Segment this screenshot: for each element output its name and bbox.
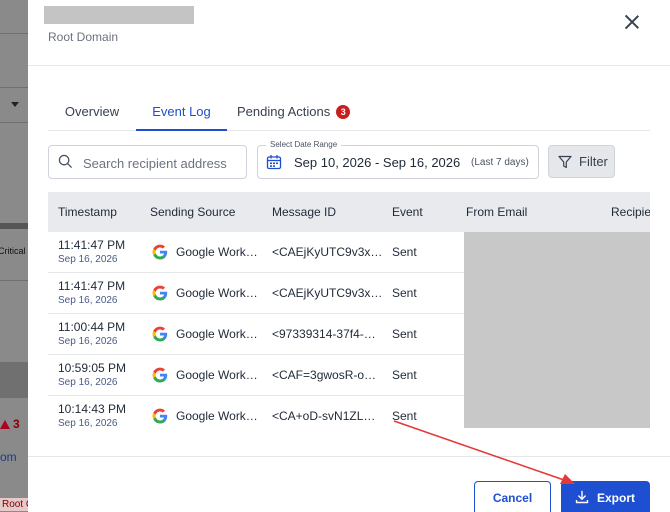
warning-icon	[0, 420, 10, 429]
background-alert: 3	[0, 417, 20, 431]
redacted-title	[44, 6, 194, 24]
row-source: Google Work…	[176, 409, 258, 423]
background-critical-label: Critical	[0, 246, 26, 256]
row-date: Sep 16, 2026	[58, 418, 118, 429]
background-page: Critical 3 om Root C	[0, 0, 28, 512]
google-icon	[152, 285, 168, 301]
row-date: Sep 16, 2026	[58, 377, 118, 388]
export-label: Export	[597, 491, 636, 505]
row-time: 11:41:47 PM	[58, 279, 126, 293]
pending-count-badge: 3	[336, 105, 351, 119]
export-button[interactable]: Export	[561, 481, 650, 512]
search-field	[48, 145, 247, 179]
download-icon	[575, 490, 589, 504]
background-divider	[0, 33, 28, 34]
tab-label: Event Log	[152, 104, 211, 119]
column-header-event[interactable]: Event	[392, 205, 423, 219]
calendar-icon	[266, 155, 282, 170]
date-range-value: Sep 10, 2026 - Sep 16, 2026	[294, 155, 461, 170]
row-time: 10:59:05 PM	[58, 361, 127, 375]
date-range-hint: (Last 7 days)	[471, 157, 529, 168]
column-header-timestamp[interactable]: Timestamp	[58, 205, 117, 219]
modal-subtitle: Root Domain	[48, 30, 119, 44]
footer-divider	[28, 456, 670, 457]
search-icon	[58, 154, 73, 169]
row-time: 11:00:44 PM	[58, 320, 126, 334]
row-date: Sep 16, 2026	[58, 336, 118, 347]
chevron-down-icon	[11, 102, 19, 107]
tab-event-log[interactable]: Event Log	[136, 96, 227, 131]
event-log-modal: Root Domain Overview Event Log Pending A…	[28, 0, 670, 512]
filter-button[interactable]: Filter	[548, 145, 615, 178]
row-message-id: <CAEjKyUTC9v3x…	[272, 245, 383, 259]
row-source: Google Work…	[176, 327, 258, 341]
tab-label: Pending Actions	[237, 104, 331, 119]
column-header-message-id[interactable]: Message ID	[272, 205, 336, 219]
tab-overview[interactable]: Overview	[48, 96, 136, 131]
google-icon	[152, 367, 168, 383]
filter-label: Filter	[579, 154, 608, 169]
google-icon	[152, 244, 168, 260]
row-event: Sent	[392, 245, 417, 259]
row-time: 10:14:43 PM	[58, 402, 127, 416]
date-range-picker[interactable]: Select Date Range Sep 10, 2026 - Sep 16,…	[257, 140, 539, 179]
header-divider	[28, 65, 670, 66]
row-message-id: <97339314-37f4-…	[272, 327, 376, 341]
row-message-id: <CAF=3gwosR-o…	[272, 368, 377, 382]
background-divider	[0, 87, 28, 88]
cancel-button[interactable]: Cancel	[474, 481, 551, 512]
tab-label: Overview	[64, 104, 120, 119]
row-message-id: <CA+oD-svN1ZL…	[272, 409, 376, 423]
background-link: om	[0, 450, 17, 464]
row-event: Sent	[392, 409, 417, 423]
background-band	[0, 223, 28, 229]
column-header-sending-source[interactable]: Sending Source	[150, 205, 235, 219]
row-event: Sent	[392, 327, 417, 341]
tab-pending-actions[interactable]: Pending Actions 3	[237, 96, 377, 131]
background-alert-count: 3	[13, 417, 20, 431]
background-divider	[0, 122, 28, 123]
date-range-legend: Select Date Range	[266, 140, 342, 149]
filter-icon	[558, 155, 572, 169]
background-divider	[0, 280, 28, 281]
background-tag: Root C	[0, 498, 28, 511]
row-source: Google Work…	[176, 245, 258, 259]
search-input[interactable]	[83, 153, 239, 173]
google-icon	[152, 326, 168, 342]
redacted-email-block	[464, 232, 650, 428]
background-band	[0, 362, 28, 398]
event-log-table: Timestamp Sending Source Message ID Even…	[48, 192, 650, 430]
google-icon	[152, 408, 168, 424]
column-header-from-email[interactable]: From Email	[466, 205, 527, 219]
close-icon[interactable]	[622, 12, 642, 32]
row-event: Sent	[392, 368, 417, 382]
row-event: Sent	[392, 286, 417, 300]
table-header: Timestamp Sending Source Message ID Even…	[48, 192, 650, 232]
column-header-recipient[interactable]: Recipie	[611, 205, 650, 219]
tab-bar: Overview Event Log Pending Actions 3	[48, 96, 650, 131]
row-source: Google Work…	[176, 286, 258, 300]
row-date: Sep 16, 2026	[58, 295, 118, 306]
row-message-id: <CAEjKyUTC9v3x…	[272, 286, 383, 300]
row-date: Sep 16, 2026	[58, 254, 118, 265]
row-source: Google Work…	[176, 368, 258, 382]
row-time: 11:41:47 PM	[58, 238, 126, 252]
